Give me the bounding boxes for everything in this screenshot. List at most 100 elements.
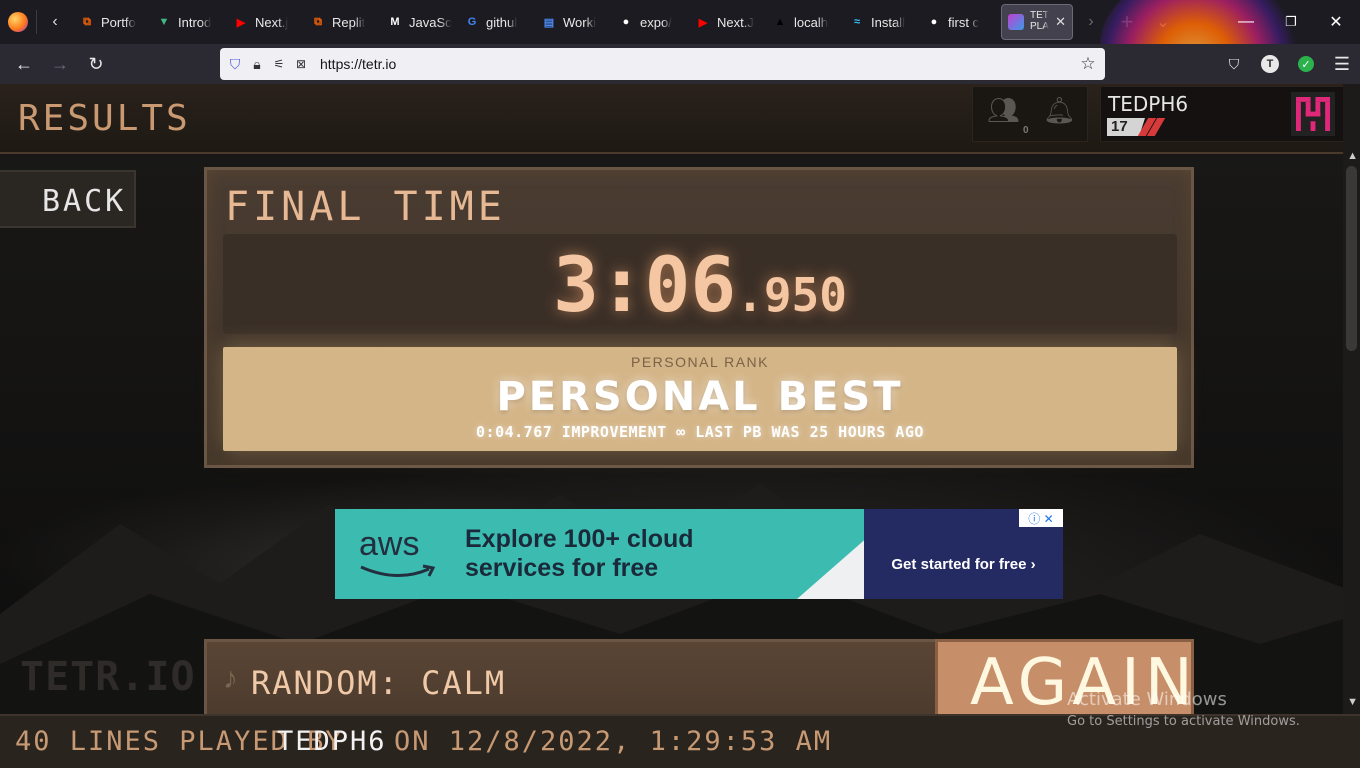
replit-icon: ⧉ [314, 15, 322, 28]
bell-icon[interactable]: 🔔︎ [1043, 95, 1076, 126]
account-icon[interactable]: T [1252, 48, 1288, 80]
browser-tab-label: Introd [178, 14, 212, 30]
browser-nav-bar: ← → ↻ ⛉ 🔒︎ ⚟ ⊠ https://tetr.io ☆ ⛉ T ✓ ☰ [0, 44, 1360, 84]
page-scrollbar[interactable]: ▲ ▼ [1343, 84, 1360, 714]
social-notifications: 👥︎ 0 🔔︎ [972, 86, 1088, 142]
tetrio-page: RESULTS 👥︎ 0 🔔︎ TEDPH6 17 BACK FINAL TIM… [0, 84, 1360, 768]
google-icon: G [467, 16, 477, 28]
restore-window-icon[interactable]: ❐ [1273, 8, 1309, 36]
scroll-down-icon[interactable]: ▼ [1347, 696, 1358, 708]
browser-tab[interactable]: M JavaSc [381, 4, 458, 40]
time-display: 3:06.950 [223, 234, 1177, 334]
browser-tab[interactable]: ≈ Install [843, 4, 920, 40]
time-milliseconds: .950 [736, 268, 847, 322]
url-bar[interactable]: ⛉ 🔒︎ ⚟ ⊠ https://tetr.io ☆ [220, 48, 1105, 80]
footer-player-name[interactable]: TEDPH6 [277, 726, 387, 757]
final-time-panel: FINAL TIME 3:06.950 PERSONAL RANK PERSON… [204, 167, 1194, 468]
improvement-text: 0:04.767 IMPROVEMENT ∞ LAST PB WAS 25 HO… [476, 423, 924, 441]
minimize-window-icon[interactable]: — [1228, 8, 1264, 36]
final-time-heading: FINAL TIME [225, 184, 506, 230]
browser-tab-label: Replit [332, 14, 366, 30]
replit-icon: ⧉ [83, 15, 91, 28]
tetrio-logo: TETR.IO [20, 654, 196, 700]
youtube-icon: ▶ [236, 16, 246, 29]
browser-tab[interactable]: ▼ Introd [150, 4, 227, 40]
ad-cta-button[interactable]: Get started for free › [864, 529, 1063, 599]
music-track-label: RANDOM: CALM [251, 664, 507, 702]
youtube-icon: ▶ [698, 16, 708, 29]
results-header: RESULTS 👥︎ 0 🔔︎ TEDPH6 17 [0, 84, 1360, 154]
pocket-icon[interactable]: ⛉ [1216, 48, 1252, 80]
vercel-icon: ▲ [774, 16, 786, 28]
scroll-up-icon[interactable]: ▲ [1347, 150, 1358, 162]
back-button-label: BACK [42, 184, 127, 219]
close-window-icon[interactable]: ✕ [1318, 8, 1354, 36]
browser-tab[interactable]: ⧉ Portfo [73, 4, 150, 40]
aws-logo: aws [359, 525, 420, 563]
tab-close-icon[interactable]: ✕ [1055, 14, 1066, 30]
browser-tab-label: Portfo [101, 14, 136, 30]
firefox-menu-icon[interactable] [8, 12, 28, 32]
personal-rank-label: PERSONAL RANK [630, 354, 769, 370]
back-button[interactable]: BACK [0, 170, 136, 228]
back-arrow-icon[interactable]: ← [6, 48, 42, 80]
music-note-icon: ♪ [223, 662, 238, 695]
user-card[interactable]: TEDPH6 17 [1100, 86, 1344, 142]
browser-tab-label: githul [486, 14, 518, 30]
scroll-thumb[interactable] [1346, 166, 1357, 351]
tailwind-icon: ≈ [853, 16, 861, 28]
active-tab-label: TETR.IO PLAY [1030, 10, 1049, 32]
online-count: 0 [1023, 125, 1029, 136]
autoplay-blocked-icon[interactable]: ⊠ [290, 57, 312, 71]
avatar-icon [1296, 97, 1330, 131]
browser-tab-label: expo/ [640, 14, 672, 30]
vue-icon: ▼ [158, 16, 170, 28]
tetrio-tab-icon [1008, 14, 1024, 30]
time-main: 3:06 [553, 240, 737, 329]
permissions-icon[interactable]: ⚟ [268, 57, 290, 71]
browser-tab[interactable]: ● expo/ [612, 4, 689, 40]
windows-activation-watermark: Activate Windows Go to Settings to activ… [1067, 689, 1300, 729]
url-text[interactable]: https://tetr.io [320, 56, 396, 72]
browser-tab[interactable]: ▲ localh [766, 4, 843, 40]
browser-tab-label: Worki [563, 14, 596, 30]
browser-tab-label: Next.J [717, 14, 754, 30]
browser-tab-label: Install [871, 14, 905, 30]
github-icon: ● [930, 16, 938, 28]
forward-arrow-icon[interactable]: → [42, 48, 78, 80]
aws-smile-icon [360, 564, 436, 578]
reload-icon[interactable]: ↻ [78, 48, 114, 80]
hamburger-menu-icon[interactable]: ☰ [1324, 48, 1360, 80]
friends-icon[interactable]: 👥︎ [987, 95, 1020, 126]
page-title: RESULTS [18, 98, 191, 139]
aws-ad-banner[interactable]: aws Explore 100+ cloud services for free… [335, 509, 1063, 599]
activate-title: Activate Windows [1067, 689, 1227, 710]
extension-check-icon[interactable]: ✓ [1288, 48, 1324, 80]
ad-choices-icon[interactable]: ⓘ ✕ [1019, 509, 1063, 527]
browser-tab[interactable]: ⧉ Replit [304, 4, 381, 40]
personal-rank-box: PERSONAL RANK PERSONAL BEST 0:04.767 IMP… [223, 347, 1177, 451]
tracking-shield-icon[interactable]: ⛉ [224, 56, 246, 73]
docs-icon: ▤ [543, 16, 555, 29]
ad-headline: Explore 100+ cloud services for free [465, 525, 694, 582]
browser-tab[interactable]: ▤ Worki [535, 4, 612, 40]
browser-tab-label: JavaSc [409, 14, 452, 30]
mdn-icon: M [390, 16, 400, 28]
tabs-list: ⧉ Portfo ▼ Introd ▶ Next.j ⧉ Replit M JavaSc Ggith… [73, 4, 997, 40]
browser-tab[interactable]: ▶ Next.J [689, 4, 766, 40]
browser-tab-bar: ‹ ⧉ Portfo ▼ Introd ▶ Next.j ⧉ Replit M JavaSc Ggi… [0, 0, 1360, 44]
browser-tab[interactable]: ● first c [920, 4, 997, 40]
lock-icon[interactable]: 🔒︎ [246, 56, 268, 73]
footer-date-text: ON 12/8/2022, 1:29:53 AM [394, 726, 833, 757]
toolbar-right: ⛉ T ✓ ☰ [1216, 48, 1360, 80]
browser-tab[interactable]: Ggithul [458, 4, 535, 40]
tab-tetrio[interactable]: TETR.IO PLAY ✕ [1001, 4, 1073, 40]
github-icon: ● [622, 16, 630, 28]
tab-scroll-left-icon[interactable]: ‹ [37, 4, 73, 40]
browser-tab[interactable]: ▶ Next.j [227, 4, 304, 40]
avatar[interactable] [1291, 92, 1335, 136]
personal-rank-value: PERSONAL BEST [496, 374, 904, 420]
browser-tab-label: Next.j [255, 14, 289, 30]
browser-tab-label: localh [794, 14, 828, 30]
bookmark-star-icon[interactable]: ☆ [1077, 54, 1099, 74]
